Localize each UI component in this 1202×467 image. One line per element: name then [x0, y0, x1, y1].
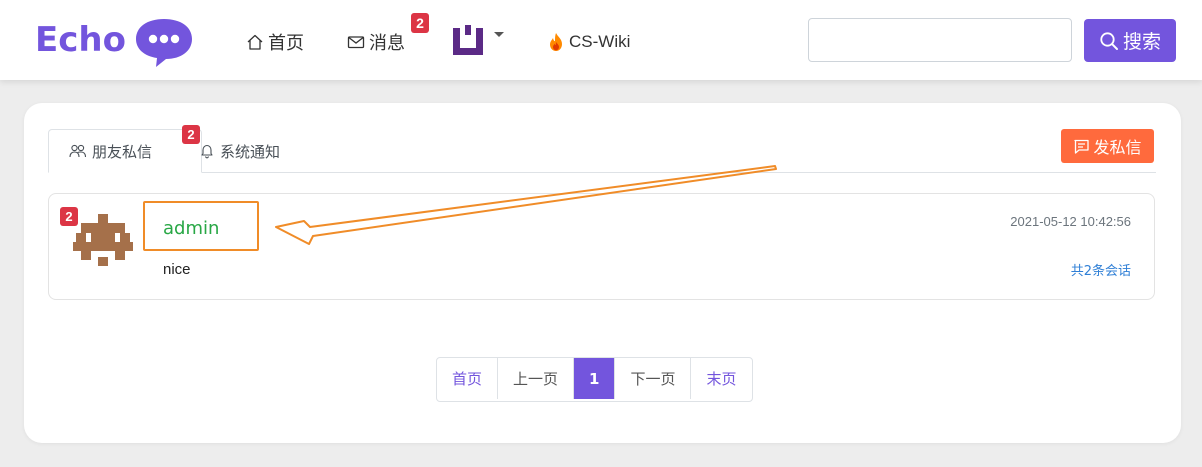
nav-wiki-link[interactable]: CS-Wiki — [547, 29, 630, 55]
nav-home-link[interactable]: 首页 — [246, 29, 304, 55]
nav-home-label: 首页 — [268, 33, 304, 54]
nav-messages-label: 消息 — [369, 33, 405, 54]
fire-icon — [550, 33, 562, 51]
top-navbar: Echo 首页 消息 2 CS-Wiki 搜索 — [0, 0, 1202, 80]
friend-letters-unread-badge: 2 — [182, 125, 200, 144]
user-menu-toggle[interactable] — [450, 24, 504, 58]
brand-logo[interactable]: Echo — [35, 15, 194, 67]
page-prev[interactable]: 上一页 — [498, 358, 575, 399]
search-button[interactable]: 搜索 — [1084, 19, 1176, 62]
bell-icon — [201, 144, 213, 159]
tab-friend-letters[interactable]: 朋友私信 2 — [48, 125, 202, 173]
tab-system-notice-label: 系统通知 — [220, 142, 281, 161]
tab-friend-letters-label: 朋友私信 — [92, 142, 153, 161]
conversation-username[interactable]: admin — [163, 218, 219, 239]
home-icon — [247, 34, 263, 50]
page-current[interactable]: 1 — [574, 358, 616, 399]
tab-system-notice[interactable]: 系统通知 — [199, 129, 280, 173]
pagination: 首页 上一页 1 下一页 末页 — [436, 357, 753, 402]
brand-name: Echo — [35, 20, 126, 60]
conversation-last-message: nice — [163, 261, 191, 278]
message-square-icon — [1074, 139, 1090, 154]
search-icon — [1100, 31, 1118, 50]
user-avatar-icon — [453, 25, 483, 55]
page-next[interactable]: 下一页 — [615, 358, 692, 399]
chat-bubble-icon — [135, 19, 192, 67]
conversation-timestamp: 2021-05-12 10:42:56 — [1010, 214, 1131, 229]
letters-panel: 朋友私信 2 系统通知 发私信 2 admin nice 2021-05-12 … — [24, 103, 1181, 443]
conversation-unread-badge: 2 — [60, 207, 78, 226]
page-first[interactable]: 首页 — [437, 358, 499, 399]
send-letter-button[interactable]: 发私信 — [1061, 129, 1154, 163]
search-button-label: 搜索 — [1122, 31, 1161, 53]
user-avatar[interactable] — [73, 210, 133, 273]
chevron-down-icon — [494, 31, 504, 37]
search-input[interactable] — [808, 18, 1072, 62]
conversation-count-link[interactable]: 共2条会话 — [1071, 260, 1131, 279]
page-last[interactable]: 末页 — [691, 358, 751, 399]
nav-wiki-label: CS-Wiki — [569, 32, 631, 51]
conversation-item[interactable]: 2 admin nice 2021-05-12 10:42:56 共2条会话 — [48, 193, 1155, 300]
users-icon — [69, 144, 87, 158]
send-letter-label: 发私信 — [1093, 138, 1142, 157]
messages-unread-badge: 2 — [411, 13, 429, 33]
mail-icon — [347, 36, 365, 49]
nav-messages-link[interactable]: 消息 2 — [347, 13, 429, 55]
